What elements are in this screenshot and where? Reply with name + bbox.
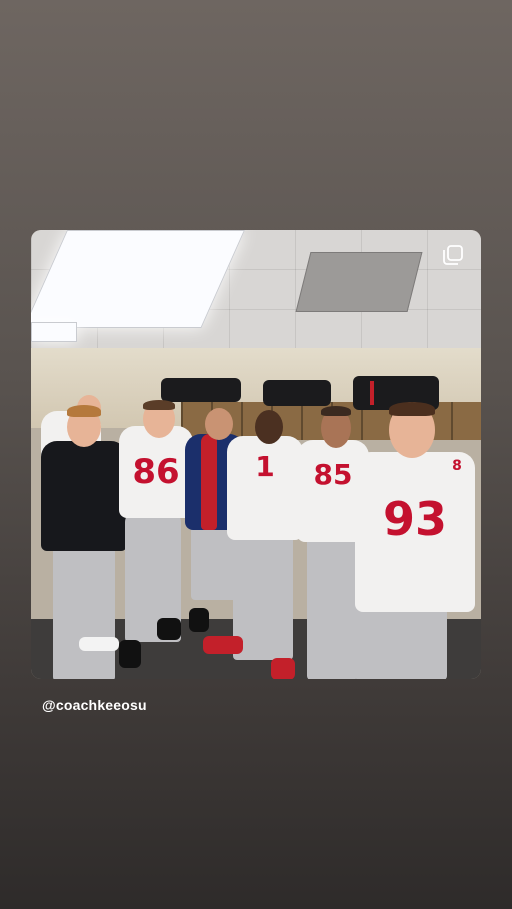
mention-handle[interactable]: @coachkeeosu	[42, 697, 147, 713]
jersey-number: 1	[255, 450, 275, 483]
jersey-number: 93	[382, 492, 447, 546]
equipment-bag	[161, 378, 241, 402]
equipment-bag	[263, 380, 331, 406]
ceiling-light	[31, 322, 77, 342]
instagram-story: 86 1 85 93 8 @coachkeeosu	[0, 0, 512, 909]
jersey-number: 8	[452, 458, 462, 474]
ceiling-vent	[295, 252, 423, 312]
multi-photo-icon[interactable]	[443, 245, 463, 265]
jersey-number: 86	[132, 452, 180, 492]
story-photo[interactable]: 86 1 85 93 8	[31, 230, 481, 679]
